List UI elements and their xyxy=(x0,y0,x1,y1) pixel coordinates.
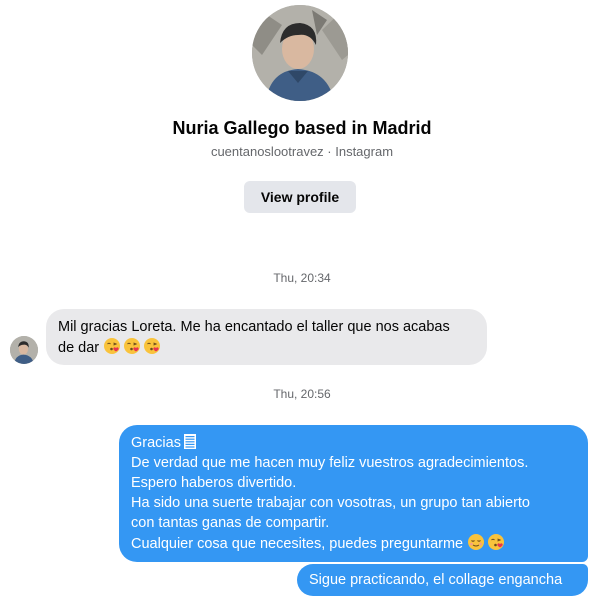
document-icon xyxy=(183,434,196,449)
kissing-heart-emoji-icon xyxy=(123,337,141,355)
message-text-line: Espero haberos divertido. xyxy=(131,475,297,491)
kissing-heart-emoji-icon xyxy=(143,337,161,355)
message-text-line: Mil gracias Loreta. Me ha encantado el t… xyxy=(58,319,450,335)
message-text-line: Sigue practicando, el collage engancha xyxy=(309,572,563,588)
profile-avatar[interactable] xyxy=(252,5,348,101)
kissing-heart-emoji-icon xyxy=(487,533,505,551)
kissing-heart-emoji-icon xyxy=(103,337,121,355)
message-text-line: De verdad que me hacen muy feliz vuestro… xyxy=(131,455,529,471)
message-text-line: de dar xyxy=(58,337,475,358)
profile-name: Nuria Gallego based in Madrid xyxy=(172,118,432,138)
sender-avatar[interactable] xyxy=(10,336,38,364)
incoming-message-bubble[interactable]: Mil gracias Loreta. Me ha encantado el t… xyxy=(46,309,487,365)
view-profile-button[interactable]: View profile xyxy=(244,181,356,213)
profile-subtitle: cuentanoslootravez · Instagram xyxy=(210,144,394,159)
timestamp: Thu, 20:34 xyxy=(273,271,331,285)
profile-photo-icon xyxy=(10,336,38,364)
profile-photo-icon xyxy=(252,5,348,101)
message-text-line: Gracias xyxy=(131,433,576,453)
outgoing-message-bubble[interactable]: Gracias De verdad que me hacen muy feliz… xyxy=(119,425,588,562)
message-text-line: con tantas ganas de compartir. xyxy=(131,515,330,531)
message-text-line: Cualquier cosa que necesites, puedes pre… xyxy=(131,533,576,554)
message-text-line: Ha sido una suerte trabajar con vosotras… xyxy=(131,495,530,511)
relieved-emoji-icon xyxy=(467,533,485,551)
timestamp: Thu, 20:56 xyxy=(273,387,331,401)
outgoing-message-bubble[interactable]: Sigue practicando, el collage engancha xyxy=(297,564,588,596)
